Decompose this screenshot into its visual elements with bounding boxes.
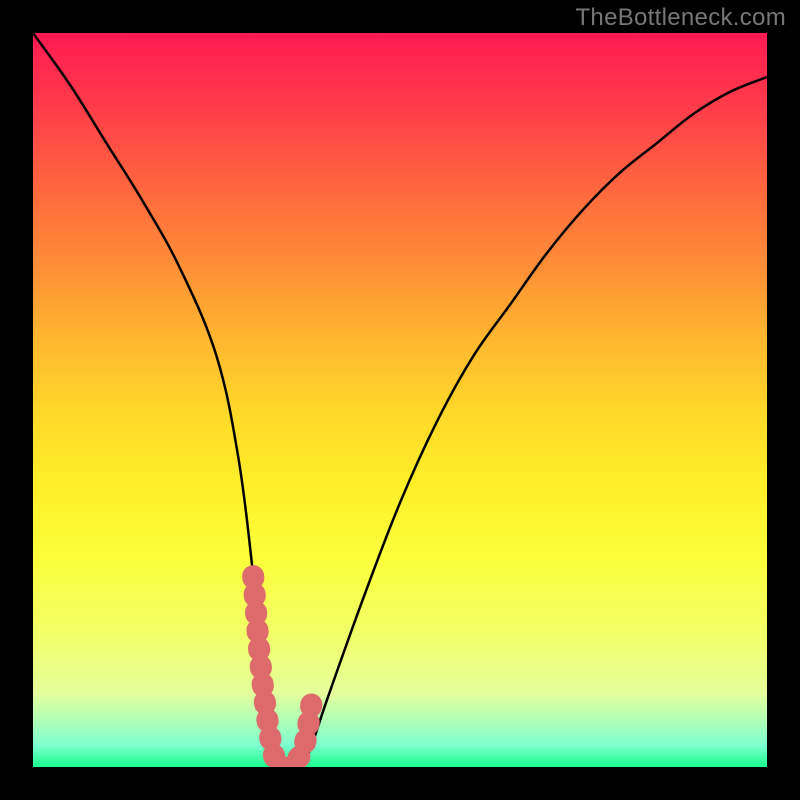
chart-container: TheBottleneck.com: [0, 0, 800, 800]
plot-area: [33, 33, 767, 767]
bottleneck-curve: [33, 33, 767, 767]
curve-overlay: [33, 33, 767, 767]
optimal-zone-marker: [253, 576, 312, 767]
attribution-label: TheBottleneck.com: [575, 4, 786, 32]
